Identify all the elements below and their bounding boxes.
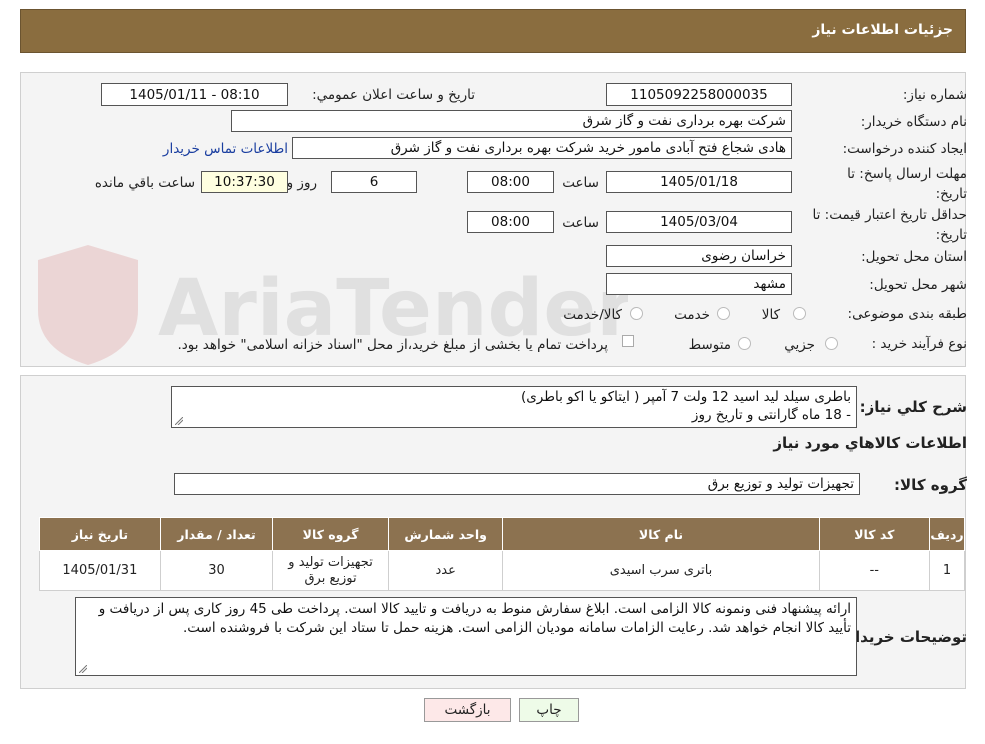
page-header: جزئیات اطلاعات نیاز (20, 9, 966, 53)
goods-table: رديف کد کالا نام کالا واحد شمارش گروه کا… (39, 517, 965, 591)
cell-qty: 30 (159, 550, 274, 591)
remaining-time-field: 10:37:30 (201, 171, 288, 193)
validity-date-field: 1405/03/04 (606, 211, 792, 233)
announce-label: تاریخ و ساعت اعلان عمومي: (312, 87, 475, 103)
reply-deadline-label: مهلت ارسال پاسخ: تا تاريخ: (832, 164, 967, 204)
col-unit: واحد شمارش (387, 517, 504, 551)
cell-unit: عدد (387, 550, 504, 591)
city-field: مشهد (606, 273, 792, 295)
need-number-field: 1105092258000035 (606, 83, 792, 106)
reply-deadline-label-text: مهلت ارسال پاسخ: تا تاريخ: (847, 166, 967, 202)
buyer-notes-text: ارائه پیشنهاد فنی ونمونه کالا الزامی است… (98, 601, 851, 636)
validity-time-label: ساعت (562, 215, 599, 231)
resize-grip-icon[interactable] (79, 665, 87, 673)
province-label: استان محل تحويل: (861, 249, 967, 265)
table-row: 1 -- باتری سرب اسیدی عدد تجهیزات تولید و… (39, 550, 965, 591)
days-field: 6 (331, 171, 417, 193)
category-option-goods-service: کالا/خدمت (563, 307, 622, 323)
process-radio-medium[interactable] (738, 337, 751, 350)
col-name: نام کالا (502, 517, 820, 551)
category-radio-goods[interactable] (793, 307, 806, 320)
description-label: شرح کلي نياز: (859, 398, 967, 416)
col-code: کد کالا (818, 517, 931, 551)
col-row: رديف (929, 517, 965, 551)
col-qty: تعداد / مقدار (159, 517, 274, 551)
buyer-org-field: شرکت بهره برداری نفت و گاز شرق (231, 110, 792, 132)
goods-group-field: تجهیزات تولید و توزیع برق (174, 473, 860, 495)
buyer-contact-link[interactable]: اطلاعات تماس خریدار (163, 141, 288, 157)
creator-label: ايجاد کننده درخواست: (842, 141, 967, 157)
description-line-1: باطری سیلد لید اسید 12 ولت 7 آمپر ( ایتا… (520, 389, 851, 405)
resize-grip-icon[interactable] (175, 417, 183, 425)
cell-code: -- (818, 550, 931, 591)
creator-field: هادی شجاع فتح آبادی مامور خرید شرکت بهره… (292, 137, 792, 159)
reply-date-field: 1405/01/18 (606, 171, 792, 193)
category-radio-goods-service[interactable] (630, 307, 643, 320)
cell-name: باتری سرب اسیدی (502, 550, 820, 591)
process-option-minor: جزيي (784, 337, 815, 353)
process-radio-minor[interactable] (825, 337, 838, 350)
category-option-service: خدمت (674, 307, 710, 323)
goods-group-label: گروه کالا: (894, 476, 967, 494)
treasury-checkbox[interactable] (622, 335, 634, 347)
col-date: تاريخ نياز (39, 517, 161, 551)
treasury-note: پرداخت تمام يا بخشی از مبلغ خريد،از محل … (177, 337, 608, 353)
validity-time-field: 08:00 (467, 211, 554, 233)
goods-table-header: رديف کد کالا نام کالا واحد شمارش گروه کا… (39, 517, 965, 551)
need-number-label: شماره نیاز: (902, 87, 967, 103)
validity-label: حداقل تاريخ اعتبار قيمت: تا تاريخ: (807, 205, 967, 245)
process-option-medium: متوسط (688, 337, 731, 353)
category-label: طبقه بندی موضوعی: (847, 306, 967, 322)
category-radio-service[interactable] (717, 307, 730, 320)
col-group: گروه کالا (272, 517, 389, 551)
page-title: جزئیات اطلاعات نیاز (812, 22, 953, 38)
city-label: شهر محل تحويل: (869, 277, 967, 293)
cell-row: 1 (929, 550, 965, 591)
reply-time-field: 08:00 (467, 171, 554, 193)
reply-time-label: ساعت (562, 175, 599, 191)
process-label: نوع فرآيند خريد : (871, 336, 967, 352)
print-button[interactable]: چاپ (519, 698, 579, 722)
province-field: خراسان رضوی (606, 245, 792, 267)
validity-label-text: حداقل تاريخ اعتبار قيمت: تا تاريخ: (812, 207, 967, 243)
goods-info-title: اطلاعات کالاهاي مورد نياز (773, 434, 967, 452)
buyer-org-label: نام دستگاه خريدار: (860, 114, 967, 130)
announce-field: 1405/01/11 - 08:10 (101, 83, 288, 106)
category-option-goods: کالا (761, 307, 780, 323)
remaining-label: ساعت باقي مانده (94, 175, 195, 191)
days-label: روز و (286, 175, 317, 191)
buyer-notes-label: توضيحات خريدار: (840, 628, 967, 646)
description-line-2: - 18 ماه گارانتی و تاریخ روز (691, 407, 851, 423)
cell-group: تجهیزات تولید و توزیع برق (272, 550, 389, 591)
description-textarea: باطری سیلد لید اسید 12 ولت 7 آمپر ( ایتا… (171, 386, 857, 428)
back-button[interactable]: بازگشت (424, 698, 511, 722)
cell-date: 1405/01/31 (39, 550, 161, 591)
buyer-notes-textarea: ارائه پیشنهاد فنی ونمونه کالا الزامی است… (75, 597, 857, 676)
